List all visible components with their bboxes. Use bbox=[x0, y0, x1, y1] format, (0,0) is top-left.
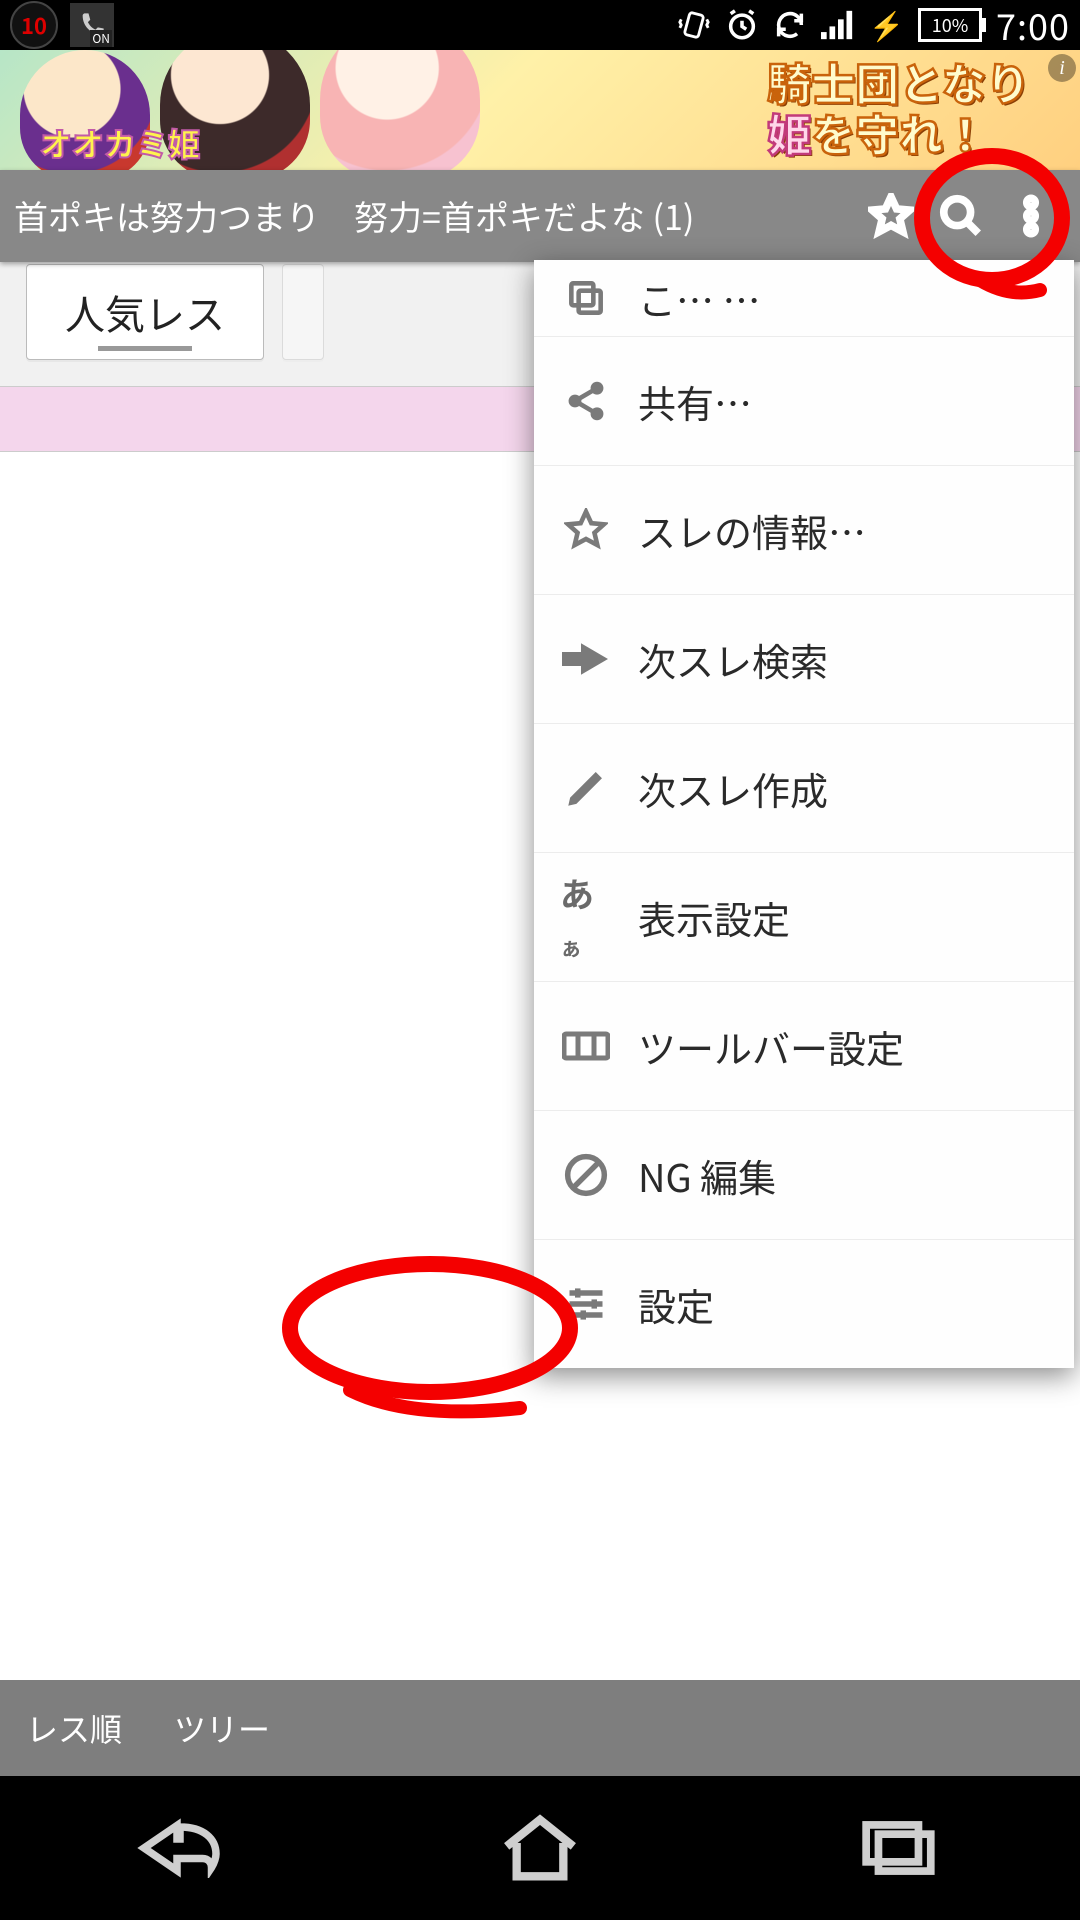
sync-icon bbox=[773, 8, 807, 42]
ad-banner[interactable]: オオカミ姫 騎士団となり 姫を守れ！ i bbox=[0, 50, 1080, 170]
block-icon bbox=[560, 1149, 612, 1201]
menu-label: 次スレ作成 bbox=[638, 761, 828, 816]
menu-label: 表示設定 bbox=[638, 890, 790, 945]
pencil-icon bbox=[560, 762, 612, 814]
home-button[interactable] bbox=[450, 1803, 630, 1893]
bottom-toolbar: レス順 ツリー bbox=[0, 1680, 1080, 1776]
battery-icon: 10% bbox=[918, 8, 982, 42]
clock-text: 7:00 bbox=[996, 0, 1070, 51]
charge-icon: ⚡ bbox=[869, 5, 904, 45]
menu-label: スレの情報… bbox=[638, 503, 866, 558]
thread-title: 首ポキは努力つまり 努力=首ポキだよな (1) bbox=[14, 195, 856, 238]
recent-apps-button[interactable] bbox=[810, 1803, 990, 1893]
alarm-icon bbox=[725, 8, 759, 42]
ad-logo-text: オオカミ姫 bbox=[40, 120, 200, 166]
menu-label: NG 編集 bbox=[638, 1148, 776, 1203]
record-badge: 10 bbox=[10, 1, 58, 49]
menu-label: 共有… bbox=[638, 374, 752, 429]
menu-item-next-create[interactable]: 次スレ作成 bbox=[534, 724, 1074, 853]
back-button[interactable] bbox=[90, 1803, 270, 1893]
phone-on-icon: ON bbox=[70, 3, 114, 47]
vibrate-icon bbox=[677, 8, 711, 42]
arrow-right-icon bbox=[560, 633, 612, 685]
star-outline-icon bbox=[560, 504, 612, 556]
overflow-menu-button[interactable] bbox=[996, 181, 1066, 251]
tree-toggle[interactable]: ツリー bbox=[148, 1680, 296, 1776]
menu-item-copy[interactable]: こ… … bbox=[534, 260, 1074, 337]
menu-item-toolbar-settings[interactable]: ツールバー設定 bbox=[534, 982, 1074, 1111]
copy-icon bbox=[560, 272, 612, 324]
app-titlebar: 首ポキは努力つまり 努力=首ポキだよな (1) bbox=[0, 170, 1080, 262]
sliders-icon bbox=[560, 1278, 612, 1330]
overflow-menu: こ… … 共有… スレの情報… 次スレ検索 次スレ作成 bbox=[534, 260, 1074, 1368]
menu-item-share[interactable]: 共有… bbox=[534, 337, 1074, 466]
tab-next-partial[interactable] bbox=[282, 264, 324, 360]
ad-info-icon[interactable]: i bbox=[1048, 54, 1076, 82]
menu-label: こ… … bbox=[638, 271, 761, 326]
ad-character-3 bbox=[320, 50, 480, 170]
search-button[interactable] bbox=[926, 181, 996, 251]
menu-item-ng-edit[interactable]: NG 編集 bbox=[534, 1111, 1074, 1240]
toolbar-icon bbox=[560, 1020, 612, 1072]
ad-headline: 騎士団となり 姫を守れ！ bbox=[767, 56, 1030, 157]
android-navbar bbox=[0, 1776, 1080, 1920]
menu-label: 次スレ検索 bbox=[638, 632, 828, 687]
share-icon bbox=[560, 375, 612, 427]
menu-item-settings[interactable]: 設定 bbox=[534, 1240, 1074, 1368]
font-size-icon: あぁ bbox=[560, 891, 612, 943]
favorite-button[interactable] bbox=[856, 181, 926, 251]
menu-item-thread-info[interactable]: スレの情報… bbox=[534, 466, 1074, 595]
menu-item-display-settings[interactable]: あぁ 表示設定 bbox=[534, 853, 1074, 982]
menu-label: 設定 bbox=[638, 1277, 714, 1332]
menu-item-next-search[interactable]: 次スレ検索 bbox=[534, 595, 1074, 724]
status-bar: 10 ON ⚡ 10% 7:00 bbox=[0, 0, 1080, 50]
signal-icon bbox=[821, 10, 855, 40]
tab-popular[interactable]: 人気レス bbox=[26, 264, 264, 360]
sort-toggle[interactable]: レス順 bbox=[0, 1680, 148, 1776]
menu-label: ツールバー設定 bbox=[638, 1019, 904, 1074]
